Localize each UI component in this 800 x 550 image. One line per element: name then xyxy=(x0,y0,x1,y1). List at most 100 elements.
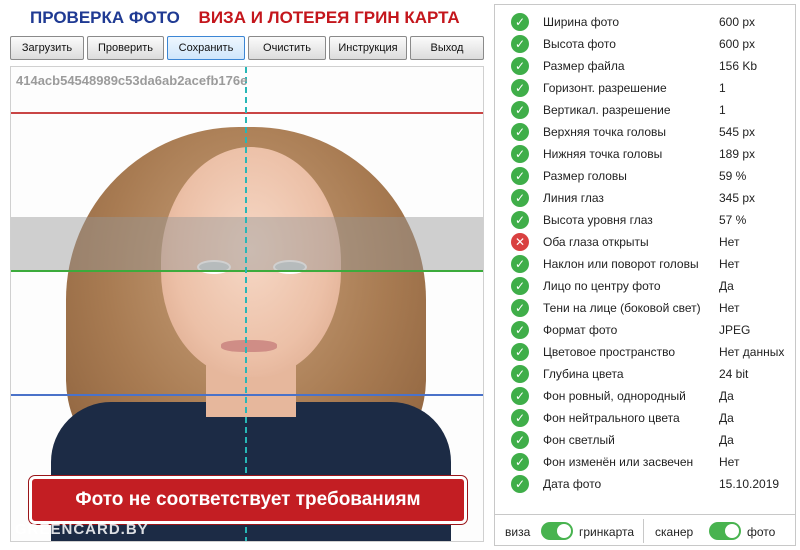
check-circle-icon: ✓ xyxy=(511,57,529,75)
check-value: Да xyxy=(719,279,734,293)
check-label: Оба глаза открыты xyxy=(543,235,649,249)
check-label: Фон светлый xyxy=(543,433,615,447)
check-circle-icon: ✓ xyxy=(511,387,529,405)
check-circle-icon: ✓ xyxy=(511,431,529,449)
check-value: 24 bit xyxy=(719,367,749,381)
check-value: 600 px xyxy=(719,37,756,51)
eye-zone-band xyxy=(11,217,483,271)
check-value: 59 % xyxy=(719,169,747,183)
check-label: Размер файла xyxy=(543,59,625,73)
check-row: ✓ Высота уровня глаз 57 % xyxy=(495,209,795,231)
check-value: Нет xyxy=(719,455,740,469)
check-row: ✓ Вертикал. разрешение 1 xyxy=(495,99,795,121)
check-value: 1 xyxy=(719,81,726,95)
head-top-line xyxy=(11,112,483,114)
center-line xyxy=(245,67,247,541)
check-results-panel: ✓ Ширина фото 600 px ✓ Высота фото 600 px ✓ Раз… xyxy=(494,4,796,546)
eye-line xyxy=(11,270,483,272)
scanner-label: сканер xyxy=(655,525,694,539)
check-label: Верхняя точка головы xyxy=(543,125,667,139)
photo-preview: 414acb54548989c53da6ab2acefb176e Фото не… xyxy=(10,66,484,542)
check-row: ✓ Фон ровный, однородный Да xyxy=(495,385,795,407)
check-value: 345 px xyxy=(719,191,756,205)
check-circle-icon: ✓ xyxy=(511,475,529,493)
check-value: 15.10.2019 xyxy=(719,477,780,491)
check-circle-icon: ✓ xyxy=(511,211,529,229)
check-label: Высота фото xyxy=(543,37,616,51)
toggle-knob xyxy=(557,524,571,538)
check-circle-icon: ✓ xyxy=(511,35,529,53)
check-row: ✓ Горизонт. разрешение 1 xyxy=(495,77,795,99)
check-value: JPEG xyxy=(719,323,751,337)
check-circle-icon: ✓ xyxy=(511,343,529,361)
check-button[interactable]: Проверить xyxy=(87,36,164,60)
check-value: Нет xyxy=(719,235,740,249)
toolbar: Загрузить Проверить Сохранить Очистить И… xyxy=(10,36,484,60)
check-value: 156 Kb xyxy=(719,59,758,73)
check-row: ✓ Верхняя точка головы 545 px xyxy=(495,121,795,143)
check-value: 1 xyxy=(719,103,726,117)
check-row: ✓ Фон изменён или засвечен Нет xyxy=(495,451,795,473)
page-title: ПРОВЕРКА ФОТО ВИЗА И ЛОТЕРЕЯ ГРИН КАРТА xyxy=(30,8,460,30)
check-circle-icon: ✓ xyxy=(511,13,529,31)
check-label: Горизонт. разрешение xyxy=(543,81,667,95)
check-label: Фон нейтрального цвета xyxy=(543,411,680,425)
check-label: Фон изменён или засвечен xyxy=(543,455,694,469)
check-row: ✓ Размер головы 59 % xyxy=(495,165,795,187)
check-circle-icon: ✓ xyxy=(511,101,529,119)
mode-toggles: виза гринкарта сканер фото xyxy=(495,514,795,546)
check-value: 57 % xyxy=(719,213,747,227)
clear-button[interactable]: Очистить xyxy=(248,36,326,60)
check-row: ✕ Оба глаза открыты Нет xyxy=(495,231,795,253)
check-label: Фон ровный, однородный xyxy=(543,389,686,403)
check-circle-icon: ✓ xyxy=(511,145,529,163)
check-circle-icon: ✓ xyxy=(511,299,529,317)
check-circle-icon: ✓ xyxy=(511,79,529,97)
check-label: Линия глаз xyxy=(543,191,604,205)
instructions-button[interactable]: Инструкция xyxy=(329,36,407,60)
exit-button[interactable]: Выход xyxy=(410,36,484,60)
scanner-photo-toggle[interactable] xyxy=(709,522,741,540)
load-button[interactable]: Загрузить xyxy=(10,36,84,60)
check-label: Высота уровня глаз xyxy=(543,213,653,227)
check-label: Тени на лице (боковой свет) xyxy=(543,301,701,315)
chin-line xyxy=(11,394,483,396)
check-row: ✓ Глубина цвета 24 bit xyxy=(495,363,795,385)
check-circle-icon: ✓ xyxy=(511,365,529,383)
check-label: Дата фото xyxy=(543,477,602,491)
check-value: Да xyxy=(719,411,734,425)
warning-banner: Фото не соответствует требованиям xyxy=(29,476,467,524)
check-label: Глубина цвета xyxy=(543,367,624,381)
check-label: Формат фото xyxy=(543,323,618,337)
check-row: ✓ Наклон или поворот головы Нет xyxy=(495,253,795,275)
check-row: ✓ Ширина фото 600 px xyxy=(495,11,795,33)
check-label: Вертикал. разрешение xyxy=(543,103,671,117)
visa-label: виза xyxy=(505,525,531,539)
check-circle-icon: ✓ xyxy=(511,409,529,427)
check-circle-icon: ✓ xyxy=(511,453,529,471)
check-value: 545 px xyxy=(719,125,756,139)
photo-label: фото xyxy=(747,525,776,539)
check-circle-icon: ✓ xyxy=(511,255,529,273)
toggle-knob xyxy=(725,524,739,538)
check-row: ✓ Фон нейтрального цвета Да xyxy=(495,407,795,429)
check-label: Ширина фото xyxy=(543,15,620,29)
check-row: ✓ Лицо по центру фото Да xyxy=(495,275,795,297)
x-circle-icon: ✕ xyxy=(511,233,529,251)
check-list: ✓ Ширина фото 600 px ✓ Высота фото 600 px ✓ Раз… xyxy=(495,11,795,495)
check-circle-icon: ✓ xyxy=(511,189,529,207)
check-row: ✓ Дата фото 15.10.2019 xyxy=(495,473,795,495)
watermark: GREENCARD.BY xyxy=(15,521,149,538)
check-row: ✓ Тени на лице (боковой свет) Нет xyxy=(495,297,795,319)
check-label: Наклон или поворот головы xyxy=(543,257,699,271)
greencard-label: гринкарта xyxy=(579,525,635,539)
footer-divider xyxy=(643,519,644,543)
photo-hash: 414acb54548989c53da6ab2acefb176e xyxy=(16,73,248,88)
check-row: ✓ Высота фото 600 px xyxy=(495,33,795,55)
save-button[interactable]: Сохранить xyxy=(167,36,245,60)
check-row: ✓ Цветовое пространство Нет данных xyxy=(495,341,795,363)
check-value: Нет данных xyxy=(719,345,785,359)
check-value: 600 px xyxy=(719,15,756,29)
check-circle-icon: ✓ xyxy=(511,321,529,339)
visa-greencard-toggle[interactable] xyxy=(541,522,573,540)
